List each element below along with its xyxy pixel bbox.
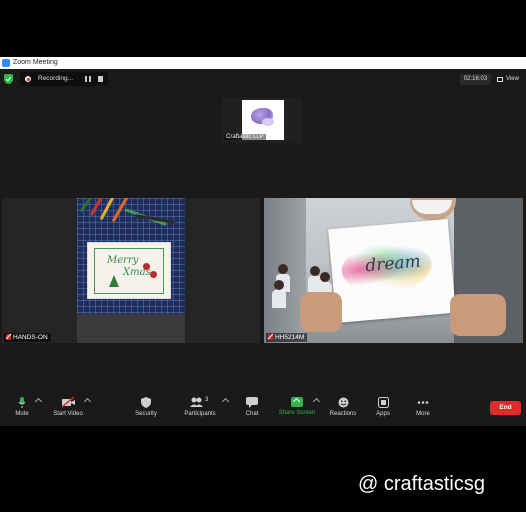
merry-xmas-card-image: Merry Xmas	[87, 242, 171, 299]
student-head	[320, 272, 330, 282]
participant-name: HANDS-ON	[13, 334, 48, 341]
participants-icon: 3	[180, 397, 220, 408]
security-shield-icon	[130, 397, 162, 408]
share-screen-label: Share Screen	[278, 410, 316, 416]
recording-label: Recording...	[38, 75, 74, 82]
meeting-toolbar: Mute Start Video Security 3 Participants	[0, 393, 526, 426]
apps-label: Apps	[376, 411, 390, 417]
participant-video-tile-left[interactable]: Merry Xmas HANDS-ON	[2, 198, 260, 343]
participants-label: Participants	[184, 411, 216, 417]
table-surface	[77, 314, 185, 343]
chat-label: Chat	[245, 411, 259, 417]
apps-icon	[370, 397, 396, 408]
participant-video-tile-right[interactable]: dream HH5214M	[264, 198, 523, 343]
grid-view-icon	[497, 77, 503, 82]
security-button[interactable]: Security	[130, 397, 162, 417]
presenter-hand-left	[300, 292, 342, 332]
presenter-hand-right	[450, 294, 506, 336]
view-label: View	[506, 76, 519, 82]
security-label: Security	[135, 411, 157, 417]
more-dots-icon	[410, 397, 436, 408]
encryption-shield-icon[interactable]	[4, 74, 13, 84]
recording-dot-icon	[25, 76, 31, 82]
participants-options-caret-icon[interactable]	[221, 397, 230, 406]
student-head	[310, 266, 320, 276]
window-title: Zoom Meeting	[13, 59, 58, 66]
logo-blob-accent	[262, 118, 274, 126]
watermark-text: @ craftasticsg	[358, 473, 486, 495]
pause-recording-icon[interactable]	[85, 76, 91, 82]
meeting-top-strip: Recording... 02:16:03 View	[0, 69, 526, 89]
start-video-label: Start Video	[53, 411, 83, 417]
card-border: Merry Xmas	[94, 248, 164, 294]
host-video-tile[interactable]: Craftastic LLP	[222, 98, 302, 143]
reactions-smiley-icon	[326, 397, 360, 408]
participant-name-tag: HANDS-ON	[4, 333, 51, 342]
ornament-icon	[150, 271, 157, 278]
student-head	[274, 280, 284, 290]
chat-button[interactable]: Chat	[238, 397, 266, 417]
window-titlebar: Zoom Meeting	[0, 57, 526, 69]
ornament-icon	[143, 263, 150, 270]
reactions-label: Reactions	[329, 411, 357, 417]
share-screen-button[interactable]: Share Screen	[277, 397, 317, 416]
mute-label: Mute	[15, 411, 29, 417]
audio-options-caret-icon[interactable]	[34, 397, 43, 406]
card-text-line1: Merry	[107, 255, 139, 266]
zoom-app-icon	[2, 59, 10, 67]
participant-name-tag: HH5214M	[266, 333, 308, 342]
more-label: More	[416, 411, 430, 417]
student-head	[278, 264, 288, 274]
end-meeting-button[interactable]: End	[490, 401, 521, 415]
mute-button[interactable]: Mute	[10, 397, 34, 417]
mic-muted-icon	[268, 334, 273, 340]
participants-count: 3	[205, 397, 209, 403]
meeting-timer: 02:16:03	[460, 74, 491, 85]
bottom-black-band	[0, 426, 526, 512]
chat-bubble-icon	[238, 397, 266, 408]
student-body	[272, 290, 286, 308]
participants-button[interactable]: 3 Participants	[180, 397, 220, 417]
more-button[interactable]: More	[410, 397, 436, 417]
video-off-icon	[50, 396, 86, 408]
view-button[interactable]: View	[495, 74, 523, 85]
share-screen-icon	[291, 397, 303, 407]
marker-pen	[134, 214, 175, 224]
host-name-tag: Craftastic LLP	[224, 134, 266, 140]
start-video-button[interactable]: Start Video	[50, 396, 86, 417]
reactions-button[interactable]: Reactions	[326, 397, 360, 417]
meeting-area: Recording... 02:16:03 View Craftastic LL…	[0, 69, 526, 426]
stop-recording-icon[interactable]	[98, 76, 103, 82]
microphone-icon	[10, 397, 34, 408]
top-black-band	[0, 0, 526, 57]
mic-muted-icon	[6, 334, 11, 340]
christmas-tree-icon	[109, 275, 119, 287]
apps-button[interactable]: Apps	[370, 397, 396, 417]
participant-name: HH5214M	[275, 334, 305, 341]
dream-card-image: dream	[328, 218, 456, 324]
recording-indicator: Recording...	[20, 72, 108, 86]
